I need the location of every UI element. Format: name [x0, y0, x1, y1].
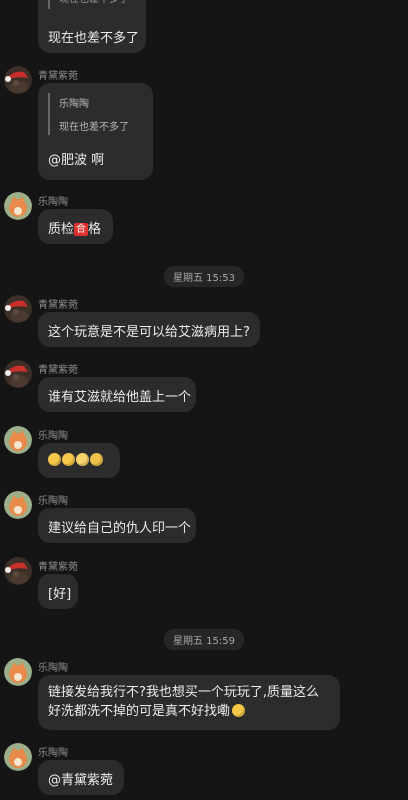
- quoted-message[interactable]: 乐陶陶 现在也差不多了: [48, 93, 143, 135]
- sender-name: 乐陶陶: [38, 197, 68, 208]
- message-bubble[interactable]: [38, 443, 120, 478]
- message-text: 这个玩意是不是可以给艾滋病用上?: [48, 325, 250, 340]
- message-text-part1: 质检: [48, 222, 75, 237]
- cartoon-character-avatar-icon: [4, 658, 32, 686]
- avatar-le[interactable]: [4, 491, 32, 519]
- santa-hat-avatar-icon: [4, 295, 32, 323]
- timestamp: 星期五 15:59: [164, 629, 244, 650]
- message-text: 谁有艾滋就给他盖上一个: [48, 390, 192, 405]
- smiling-face-emoji-icon: [62, 453, 75, 466]
- sender-name: 青黛紫菀: [38, 365, 78, 376]
- avatar-le[interactable]: [4, 658, 32, 686]
- quoted-text: 现在也差不多了: [59, 122, 129, 133]
- santa-hat-avatar-icon: [4, 360, 32, 388]
- timestamp-divider: 星期五 15:53: [0, 266, 408, 287]
- quoted-text: 现在也差不多了: [48, 0, 136, 9]
- cartoon-character-avatar-icon: [4, 426, 32, 454]
- quoted-sender: 乐陶陶: [59, 99, 89, 110]
- message-text: [好]: [48, 587, 72, 602]
- smiling-face-emoji-icon: [48, 453, 61, 466]
- message-text: @肥波 啊: [48, 153, 105, 168]
- message-bubble[interactable]: 质检合格: [38, 209, 113, 244]
- message-bubble[interactable]: 建议给自己的仇人印一个: [38, 508, 196, 543]
- avatar-qing[interactable]: [4, 295, 32, 323]
- message-bubble[interactable]: @青黛紫菀: [38, 760, 124, 795]
- avatar-le[interactable]: [4, 192, 32, 220]
- message-bubble[interactable]: 谁有艾滋就给他盖上一个: [38, 377, 196, 412]
- sender-name: 青黛紫菀: [38, 562, 78, 573]
- message-text-line1: 链接发给我行不?我也想买一个玩玩了,质量这么: [48, 685, 320, 700]
- message-bubble[interactable]: 链接发给我行不?我也想买一个玩玩了,质量这么 好洗都洗不掉的可是真不好找嘞: [38, 675, 340, 730]
- message-bubble[interactable]: [好]: [38, 574, 78, 609]
- sender-name: 青黛紫菀: [38, 300, 78, 311]
- message-text: 现在也差不多了: [48, 31, 140, 46]
- timestamp-divider: 星期五 15:59: [0, 629, 408, 650]
- avatar-le[interactable]: [4, 426, 32, 454]
- cartoon-character-avatar-icon: [4, 192, 32, 220]
- sender-name: 青黛紫菀: [38, 71, 78, 82]
- message-bubble[interactable]: 这个玩意是不是可以给艾滋病用上?: [38, 312, 260, 347]
- message-text-line2-wrap: 好洗都洗不掉的可是真不好找嘞: [48, 702, 330, 721]
- sender-name: 乐陶陶: [38, 748, 68, 759]
- santa-hat-avatar-icon: [4, 557, 32, 585]
- sender-name: 乐陶陶: [38, 431, 68, 442]
- grinning-face-emoji-icon: [76, 453, 89, 466]
- chat-history[interactable]: 现在也差不多了 现在也差不多了 青黛紫菀 乐陶陶 现在也差不多了 @肥波 啊: [0, 0, 408, 800]
- message-bubble[interactable]: 乐陶陶 现在也差不多了 @肥波 啊: [38, 83, 153, 180]
- sender-name: 乐陶陶: [38, 496, 68, 507]
- message-text: 建议给自己的仇人印一个: [48, 521, 192, 536]
- smirk-face-emoji-icon: [232, 704, 246, 717]
- cartoon-character-avatar-icon: [4, 743, 32, 771]
- avatar-qing[interactable]: [4, 360, 32, 388]
- sender-name: 乐陶陶: [38, 663, 68, 674]
- message-text-part2: 格: [88, 222, 102, 237]
- message-text-line2: 好洗都洗不掉的可是真不好找嘞: [48, 704, 231, 719]
- avatar-qing[interactable]: [4, 557, 32, 585]
- cartoon-character-avatar-icon: [4, 491, 32, 519]
- santa-hat-avatar-icon: [4, 66, 32, 94]
- grinning-face-emoji-icon: [90, 453, 103, 466]
- avatar-le[interactable]: [4, 743, 32, 771]
- message-bubble[interactable]: 现在也差不多了 现在也差不多了: [38, 0, 146, 53]
- message-text: @青黛紫菀: [48, 773, 114, 788]
- avatar-qing[interactable]: [4, 66, 32, 94]
- red-stamp-badge: 合: [74, 223, 89, 236]
- timestamp: 星期五 15:53: [164, 266, 244, 287]
